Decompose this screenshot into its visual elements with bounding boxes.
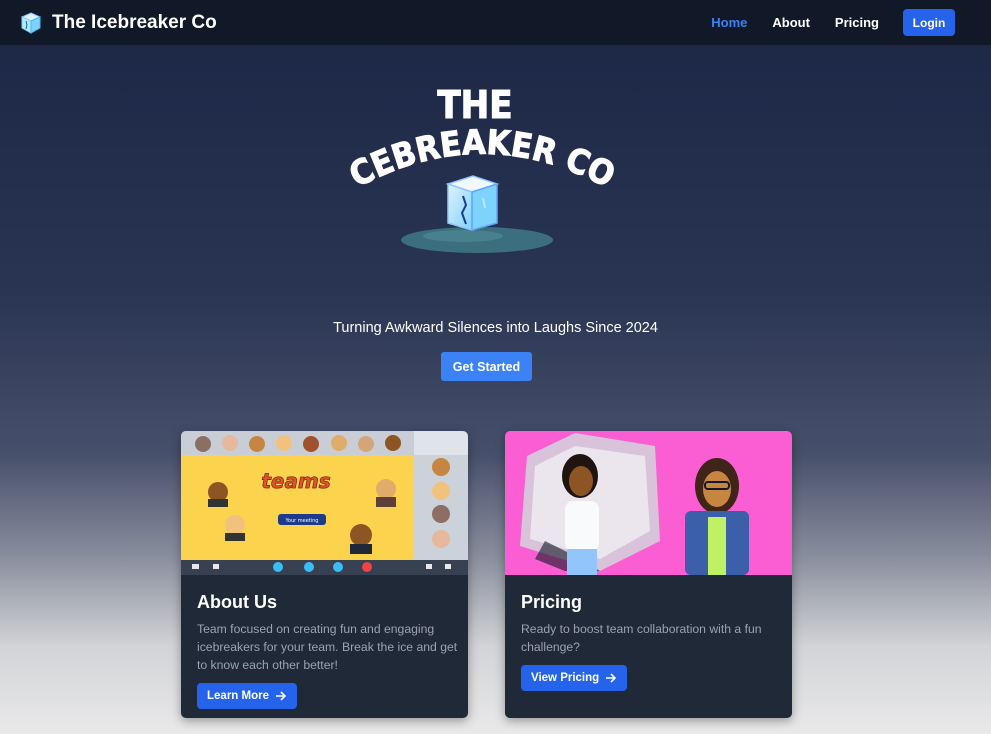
about-card-title: About Us [197, 592, 277, 612]
teams-wordmark: teams [261, 469, 330, 493]
meeting-control-bar [181, 560, 468, 575]
view-pricing-label: View Pricing [531, 672, 600, 684]
your-meeting-label: Your meeting [285, 518, 319, 524]
learn-more-button[interactable]: Learn More [197, 683, 297, 709]
hero-tagline: Turning Awkward Silences into Laughs Sin… [333, 320, 658, 336]
video-tiles-top [181, 431, 414, 455]
navbar: The Icebreaker Co Home About Pricing Log… [0, 0, 991, 45]
get-started-button[interactable]: Get Started [441, 352, 532, 381]
hero-logo: THE ICEBREAKER CO. [345, 78, 620, 253]
view-pricing-button[interactable]: View Pricing [521, 665, 628, 691]
about-card-text: Team focused on creating fun and engagin… [197, 622, 458, 672]
pricing-card-title: Pricing [521, 592, 583, 612]
brand[interactable]: The Icebreaker Co [18, 10, 217, 35]
learn-more-label: Learn More [207, 690, 269, 702]
pricing-card: Pricing Ready to boost team collaboratio… [505, 431, 792, 718]
nav-link-home[interactable]: Home [711, 15, 747, 30]
pricing-card-text: Ready to boost team collaboration with a… [521, 622, 762, 654]
logo-ice-cube [445, 175, 500, 231]
nav-links: Home About Pricing Login [686, 0, 955, 45]
arrow-right-icon [606, 673, 617, 683]
arrow-right-icon [276, 691, 287, 701]
pricing-image [505, 431, 792, 575]
woman-left [562, 454, 599, 575]
logo-line-1: THE [437, 83, 512, 127]
nav-link-pricing[interactable]: Pricing [835, 15, 879, 30]
teams-meeting-image: teams Your meeting [181, 431, 468, 575]
about-card: teams Your meeting About Us Team focused… [181, 431, 468, 718]
brand-name: The Icebreaker Co [52, 11, 217, 33]
ice-cube-icon [20, 12, 42, 34]
login-button[interactable]: Login [903, 9, 955, 36]
nav-link-about[interactable]: About [772, 15, 810, 30]
